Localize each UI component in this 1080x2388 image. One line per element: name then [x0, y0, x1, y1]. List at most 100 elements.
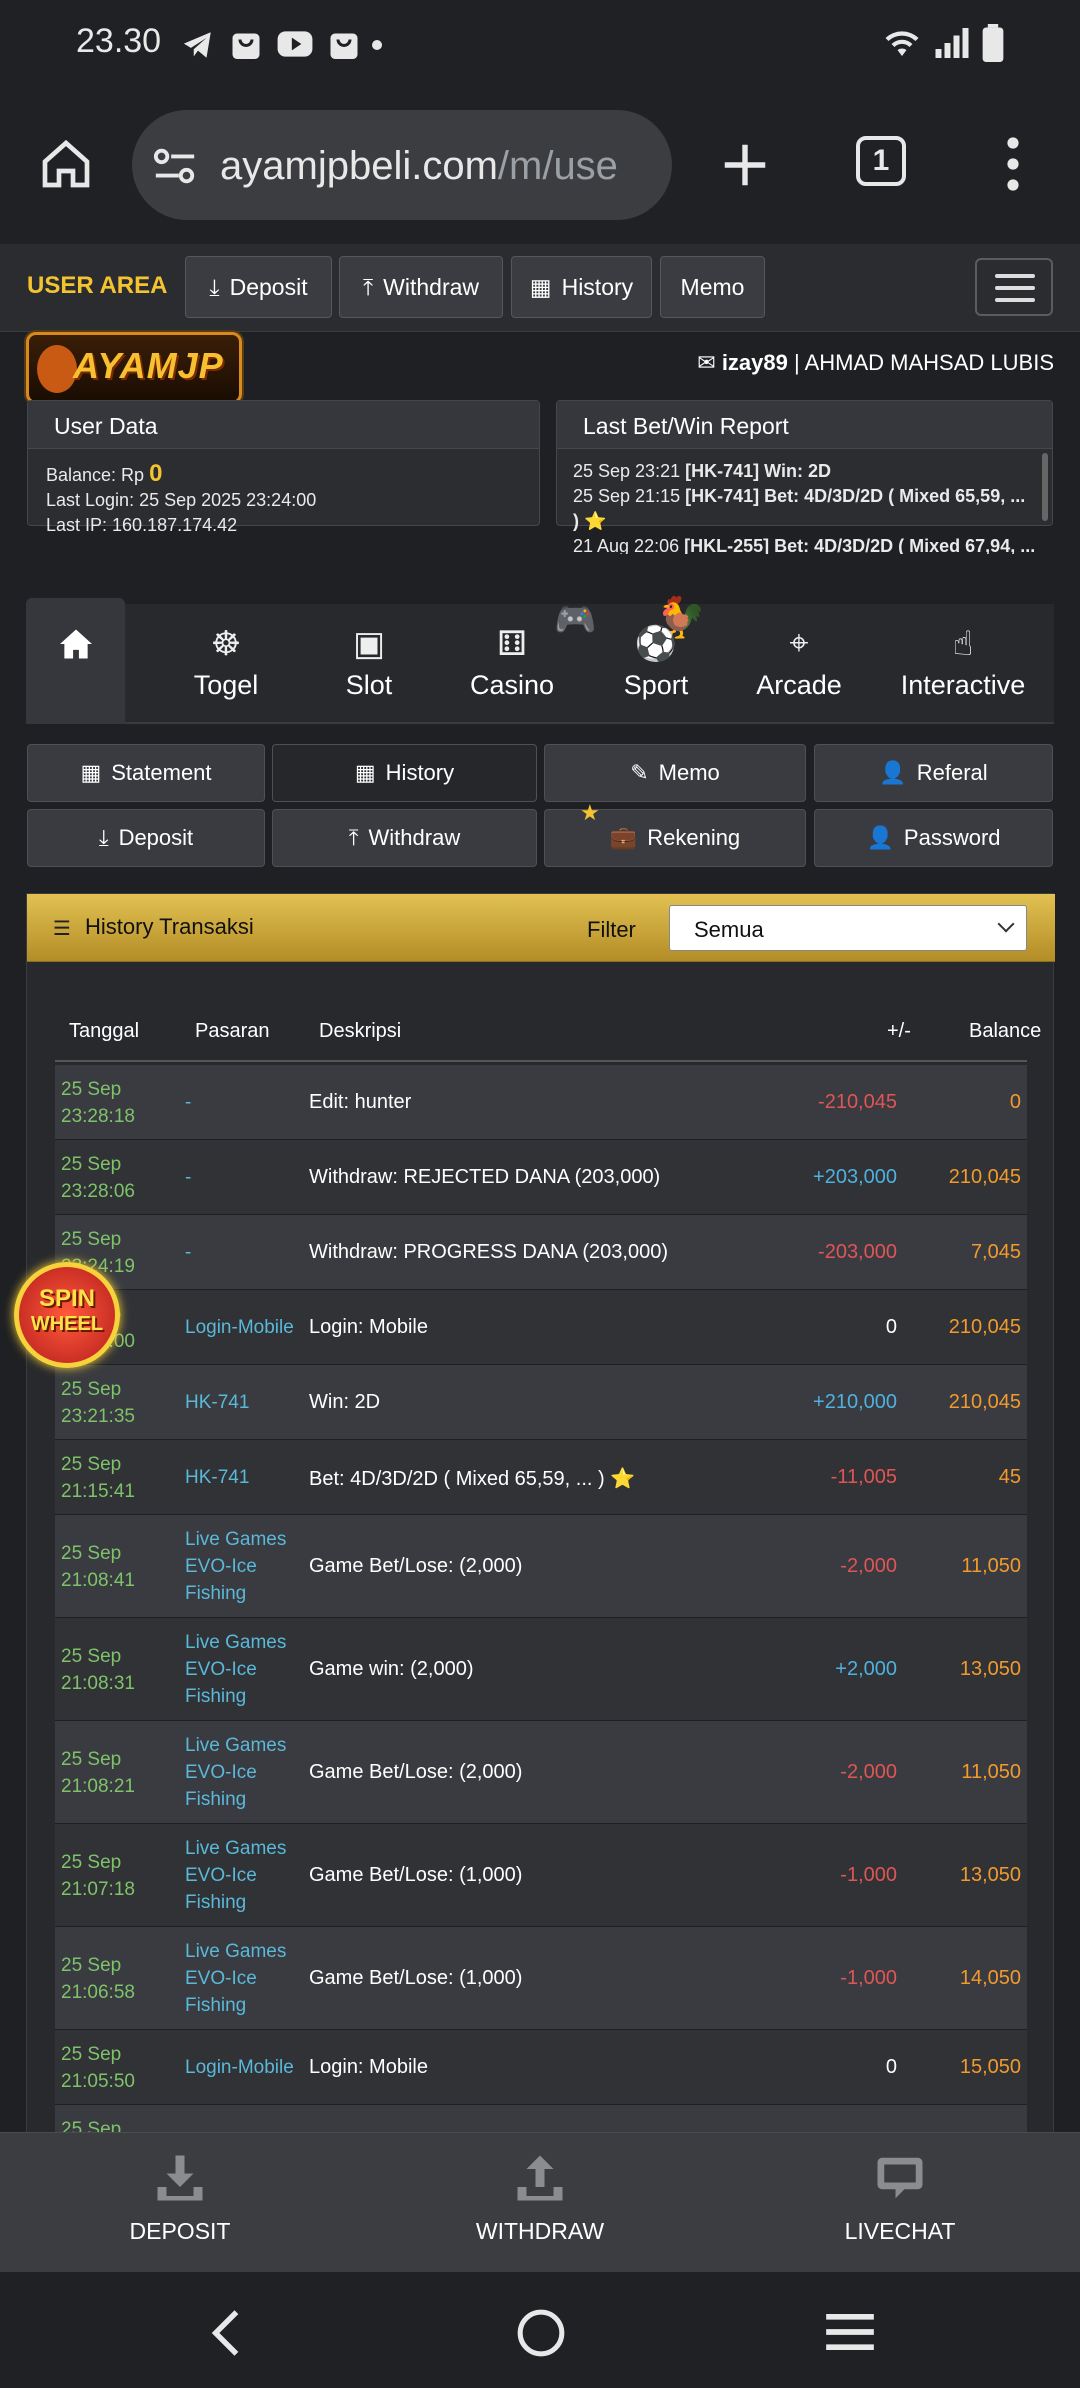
dice-icon: ⚅	[497, 625, 527, 663]
last-login: Last Login: 25 Sep 2025 23:24:00	[46, 490, 317, 510]
col-deskripsi: Deskripsi	[319, 1020, 402, 1042]
tab-switcher-button[interactable]: 1	[856, 136, 906, 186]
withdraw-button[interactable]: ⤒ Withdraw	[272, 809, 537, 867]
statement-button[interactable]: ▦ Statement	[27, 744, 265, 802]
table-row: 25 Sep 21:08:31 Live Games EVO-Ice Fishing Ga…	[55, 1618, 1027, 1721]
upload-icon	[517, 2155, 563, 2201]
row-balance: 45	[998, 1465, 1021, 1488]
tab-slot[interactable]: Slot	[299, 670, 439, 701]
nav-history-button[interactable]: ▦ History	[511, 256, 652, 318]
site-logo[interactable]: AYAMJP	[26, 332, 242, 404]
row-description: Withdraw: PROGRESS DANA (203,000)	[309, 1240, 669, 1263]
row-pasaran: HK-741	[185, 1392, 250, 1413]
row-amount: -2,000	[840, 1554, 897, 1577]
chevron-down-icon	[997, 915, 1015, 933]
slot-machine-icon: ▣	[352, 625, 386, 663]
youtube-icon	[277, 31, 313, 57]
bag-icon	[330, 33, 358, 59]
system-navigation-bar	[0, 2272, 1080, 2388]
crosshair-icon: ⌖	[789, 624, 809, 662]
bottom-withdraw-button[interactable]: WITHDRAW	[410, 2151, 670, 2245]
row-amount: -11,005	[830, 1465, 897, 1488]
page: 23.30 ayamjpbeli.com/m/use 1 USER AREA ⤓…	[0, 0, 1080, 2388]
col-pasaran: Pasaran	[195, 1020, 270, 1042]
tab-casino[interactable]: Casino	[442, 670, 582, 701]
nav-withdraw-button[interactable]: ⤒ Withdraw	[339, 256, 503, 318]
chat-bubble-icon	[877, 2157, 923, 2199]
tab-arcade[interactable]: Arcade	[729, 670, 869, 701]
site-settings-icon[interactable]	[152, 146, 198, 186]
hamburger-menu-button[interactable]	[975, 258, 1053, 316]
memo-button[interactable]: ✎ Memo	[544, 744, 806, 802]
row-date: 25 Sep 21:08:21	[61, 1748, 135, 1797]
nav-deposit-button[interactable]: ⤓ Deposit	[185, 256, 332, 318]
row-date: 25 Sep 21:07:18	[61, 1851, 135, 1900]
briefcase-icon: 💼	[609, 825, 638, 850]
col-tanggal: Tanggal	[69, 1020, 140, 1042]
tab-sport[interactable]: Sport	[586, 670, 726, 701]
row-pasaran: Live Games EVO-Ice Fishing	[185, 1941, 287, 2016]
row-pasaran: Live Games EVO-Ice Fishing	[185, 1735, 287, 1810]
nav-memo-button[interactable]: Memo	[660, 256, 765, 318]
history-section: ☰ History Transaksi Filter Semua Tanggal…	[26, 893, 1055, 2180]
lottery-icon: ☸	[210, 625, 242, 663]
user-data-title: User Data	[28, 401, 539, 449]
recents-menu-icon[interactable]	[824, 2312, 876, 2352]
calendar-icon: ▦	[529, 273, 552, 300]
category-tabs: ☸ Togel ▣ Slot ⚅ Casino 🎮 🐓 ⚽ Sport ⌖ Ar…	[26, 596, 1054, 724]
table-row: 25 Sep 21:05:50 Login-Mobile Login: Mobile 0…	[55, 2030, 1027, 2105]
col-amount: +/-	[887, 1020, 911, 1042]
bottom-deposit-button[interactable]: DEPOSIT	[50, 2151, 310, 2245]
touch-icon: ☝	[952, 625, 974, 663]
row-amount: +210,000	[813, 1390, 897, 1413]
tab-togel[interactable]: Togel	[156, 670, 296, 701]
history-button[interactable]: ▦ History	[272, 744, 537, 802]
spin-wheel-badge[interactable]: SPIN WHEEL	[14, 1262, 120, 1368]
history-title: History Transaksi	[85, 914, 254, 939]
status-bar: 23.30	[0, 0, 1080, 90]
home-circle-icon[interactable]	[516, 2308, 566, 2358]
row-pasaran: Live Games EVO-Ice Fishing	[185, 1529, 287, 1604]
more-menu-icon[interactable]	[998, 136, 1028, 192]
referal-button[interactable]: 👤 Referal	[814, 744, 1053, 802]
row-balance: 15,050	[959, 2055, 1021, 2078]
last-bet-panel: Last Bet/Win Report 25 Sep 23:21 [HK-741…	[556, 400, 1053, 554]
filter-label: Filter	[587, 917, 636, 942]
url-text[interactable]: ayamjpbeli.com/m/use	[220, 144, 650, 189]
table-row: 25 Sep 23:21:35 HK-741 Win: 2D +210,000 210,0…	[55, 1365, 1027, 1440]
row-description: Edit: hunter	[309, 1090, 412, 1113]
row-date: 25 Sep 21:08:31	[61, 1645, 135, 1694]
dot-icon	[372, 40, 382, 50]
row-pasaran: HK-741	[185, 1467, 250, 1488]
tab-home[interactable]	[26, 598, 125, 724]
row-amount: -1,000	[840, 1863, 897, 1886]
table-row: 25 Sep 23:28:06 - Withdraw: REJECTED DANA (…	[55, 1140, 1027, 1215]
row-amount: -1,000	[840, 1966, 897, 1989]
new-tab-icon[interactable]	[718, 138, 772, 192]
user-info-line: ✉ izay89 | AHMAD MAHSAD LUBIS	[697, 350, 1054, 375]
row-balance: 11,050	[961, 1760, 1021, 1783]
table-row: 25 Sep 21:15:41 HK-741 Bet: 4D/3D/2D ( Mixe…	[55, 1440, 1027, 1515]
password-button[interactable]: 👤 Password	[814, 809, 1053, 867]
last-bet-scrollbar[interactable]	[1042, 453, 1048, 521]
username: izay89	[721, 350, 788, 375]
bottom-livechat-button[interactable]: LIVECHAT	[770, 2151, 1030, 2245]
row-pasaran: Login-Mobile	[185, 2057, 294, 2078]
home-icon[interactable]	[38, 136, 94, 192]
deposit-button[interactable]: ⤓ Deposit	[27, 809, 265, 867]
bag-icon	[232, 33, 260, 59]
tab-interactive[interactable]: Interactive	[873, 670, 1053, 701]
row-pasaran: -	[185, 1092, 192, 1113]
row-description: Withdraw: REJECTED DANA (203,000)	[309, 1165, 661, 1188]
top-navigation: USER AREA ⤓ Deposit ⤒ Withdraw ▦ History Me…	[0, 244, 1080, 332]
col-balance: Balance	[969, 1020, 1042, 1042]
last-bet-item: 25 Sep 21:15 [HK-741] Bet: 4D/3D/2D ( Mi…	[573, 486, 1026, 506]
row-description: Game Bet/Lose: (2,000)	[309, 1760, 523, 1783]
edit-icon: ✎	[630, 760, 649, 785]
row-amount: -203,000	[818, 1240, 897, 1263]
last-bet-item: 21 Aug 22:06 [HKL-255] Bet: 4D/3D/2D ( M…	[573, 536, 1036, 554]
filter-select[interactable]: Semua	[669, 905, 1027, 951]
back-icon[interactable]	[206, 2308, 246, 2358]
url-path: /m/use	[497, 144, 618, 188]
row-amount: -2,000	[840, 1760, 897, 1783]
